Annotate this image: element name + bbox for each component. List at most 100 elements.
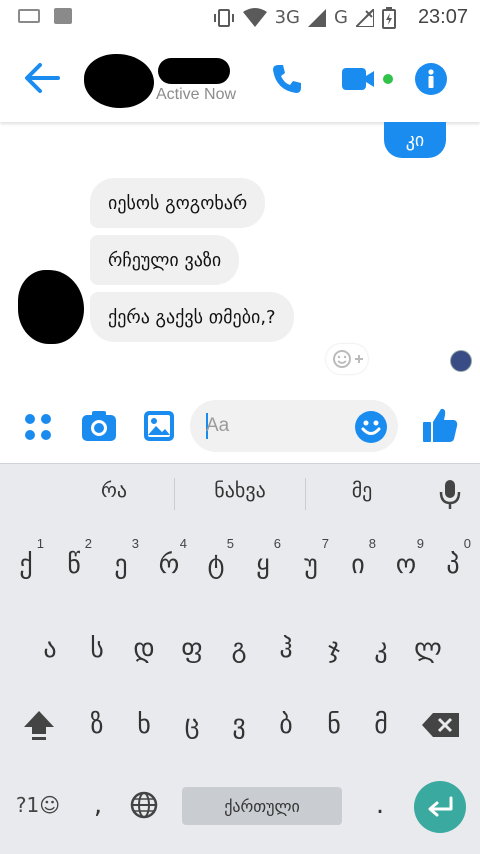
key[interactable]: პ0 bbox=[433, 536, 473, 590]
key-label: ყ bbox=[256, 550, 270, 580]
key[interactable]: წ2 bbox=[54, 536, 94, 590]
key[interactable]: ხ bbox=[124, 700, 164, 750]
key[interactable]: ჯ bbox=[314, 624, 354, 674]
backspace-key[interactable] bbox=[418, 700, 464, 750]
key[interactable]: ქ1 bbox=[6, 536, 46, 590]
key-label: რ bbox=[158, 550, 180, 580]
key[interactable]: ჰ bbox=[266, 624, 306, 674]
key[interactable]: ყ6 bbox=[243, 536, 283, 590]
redacted-contact-name[interactable] bbox=[158, 58, 230, 84]
back-arrow-icon[interactable] bbox=[22, 60, 62, 96]
key[interactable]: ე3 bbox=[101, 536, 141, 590]
suggestion[interactable]: მე bbox=[292, 478, 432, 502]
key-hint: 9 bbox=[416, 536, 424, 551]
status-bar: 3G G 23:07 bbox=[0, 0, 480, 36]
key[interactable]: გ bbox=[219, 624, 259, 674]
key[interactable]: მ bbox=[361, 700, 401, 750]
suggestion[interactable]: ნახვა bbox=[170, 478, 310, 502]
key-hint: 8 bbox=[368, 536, 376, 551]
phone-call-icon[interactable] bbox=[270, 62, 304, 96]
gallery-icon[interactable] bbox=[142, 409, 176, 443]
redacted-sender-avatar bbox=[18, 270, 84, 344]
key[interactable]: ფ bbox=[172, 624, 212, 674]
key[interactable]: ბ bbox=[266, 700, 306, 750]
backspace-icon bbox=[422, 713, 459, 737]
add-reaction-button[interactable] bbox=[326, 344, 368, 374]
more-apps-icon[interactable] bbox=[22, 411, 54, 443]
key-label: ი bbox=[351, 550, 365, 580]
key-label: პ bbox=[446, 550, 460, 580]
key-row-3: ზ ხ ც ვ ბ ნ მ bbox=[0, 700, 480, 754]
key-hint: 3 bbox=[131, 536, 139, 551]
language-key[interactable] bbox=[124, 780, 164, 830]
key[interactable]: უ7 bbox=[291, 536, 331, 590]
signal-x-icon bbox=[355, 8, 374, 27]
symbols-key[interactable]: ?1☺ bbox=[8, 780, 68, 830]
redacted-avatar[interactable] bbox=[84, 54, 154, 108]
message-input-placeholder: Aa bbox=[206, 415, 230, 436]
key[interactable]: დ bbox=[124, 624, 164, 674]
key[interactable]: კ bbox=[361, 624, 401, 674]
comma-key[interactable]: , bbox=[78, 780, 118, 830]
conversation-header: Active Now bbox=[0, 36, 480, 122]
wifi-icon bbox=[242, 7, 267, 27]
video-call-icon[interactable] bbox=[340, 66, 400, 92]
key[interactable]: ტ5 bbox=[196, 536, 236, 590]
enter-key[interactable] bbox=[414, 781, 466, 833]
key[interactable]: ა bbox=[30, 624, 70, 674]
message-composer: Aa bbox=[0, 397, 480, 463]
key-hint: 6 bbox=[273, 536, 281, 551]
network-type: 3G bbox=[274, 7, 300, 28]
key[interactable]: ლ bbox=[408, 624, 448, 674]
received-message[interactable]: ქერა გაქვს თმები,? bbox=[90, 292, 294, 342]
vibrate-icon bbox=[213, 8, 234, 27]
active-status: Active Now bbox=[156, 86, 237, 103]
keyboard-notification-icon bbox=[18, 9, 40, 23]
key[interactable]: ს bbox=[77, 624, 117, 674]
key[interactable]: ო9 bbox=[386, 536, 426, 590]
microphone-icon[interactable] bbox=[438, 478, 462, 510]
received-message[interactable]: იესოს გოგოხარ bbox=[90, 178, 266, 228]
key[interactable]: ი8 bbox=[338, 536, 378, 590]
key-row-1: ქ1 წ2 ე3 რ4 ტ5 ყ6 უ7 ი8 ო9 პ0 bbox=[0, 536, 480, 594]
period-key[interactable]: . bbox=[360, 780, 400, 830]
camera-icon[interactable] bbox=[80, 409, 118, 443]
key[interactable]: ნ bbox=[314, 700, 354, 750]
key-hint: 1 bbox=[36, 536, 44, 551]
battery-icon bbox=[381, 6, 396, 29]
key-hint: 7 bbox=[321, 536, 329, 551]
key-label: ტ bbox=[207, 550, 225, 580]
info-icon[interactable] bbox=[414, 62, 448, 96]
space-bar[interactable]: ქართული bbox=[182, 787, 342, 825]
received-message[interactable]: რჩეული ვაზი bbox=[90, 235, 240, 285]
network-type-2: G bbox=[333, 7, 348, 28]
key[interactable]: რ4 bbox=[149, 536, 189, 590]
key-label: ქ bbox=[19, 550, 33, 580]
message-input[interactable]: Aa bbox=[190, 400, 398, 452]
emoji-icon[interactable] bbox=[354, 410, 388, 444]
message-thread: კი იესოს გოგოხარ რჩეული ვაზი ქერა გაქვს … bbox=[0, 122, 480, 397]
shift-key[interactable] bbox=[16, 700, 62, 750]
enter-arrow-icon bbox=[428, 796, 453, 817]
key[interactable]: ზ bbox=[77, 700, 117, 750]
key-label: წ bbox=[67, 550, 81, 580]
sent-message[interactable]: კი bbox=[384, 122, 446, 158]
seen-indicator-avatar bbox=[450, 350, 472, 372]
key-row-2: ა ს დ ფ გ ჰ ჯ კ ლ bbox=[0, 624, 480, 678]
thumbs-up-icon[interactable] bbox=[420, 405, 460, 445]
key[interactable]: ვ bbox=[219, 700, 259, 750]
key-hint: 0 bbox=[463, 536, 471, 551]
image-notification-icon bbox=[54, 8, 72, 24]
key-hint: 5 bbox=[226, 536, 234, 551]
key-hint: 4 bbox=[179, 536, 187, 551]
signal-icon bbox=[307, 8, 326, 27]
suggestion-strip: რა ნახვა მე bbox=[0, 464, 480, 522]
smiley-plus-icon bbox=[333, 350, 363, 368]
key[interactable]: ც bbox=[172, 700, 212, 750]
key-label: ო bbox=[395, 550, 417, 580]
suggestion[interactable]: რა bbox=[44, 478, 184, 502]
key-label: ე bbox=[114, 550, 128, 580]
key-label: უ bbox=[304, 550, 318, 580]
clock: 23:07 bbox=[417, 6, 468, 28]
key-hint: 2 bbox=[84, 536, 92, 551]
